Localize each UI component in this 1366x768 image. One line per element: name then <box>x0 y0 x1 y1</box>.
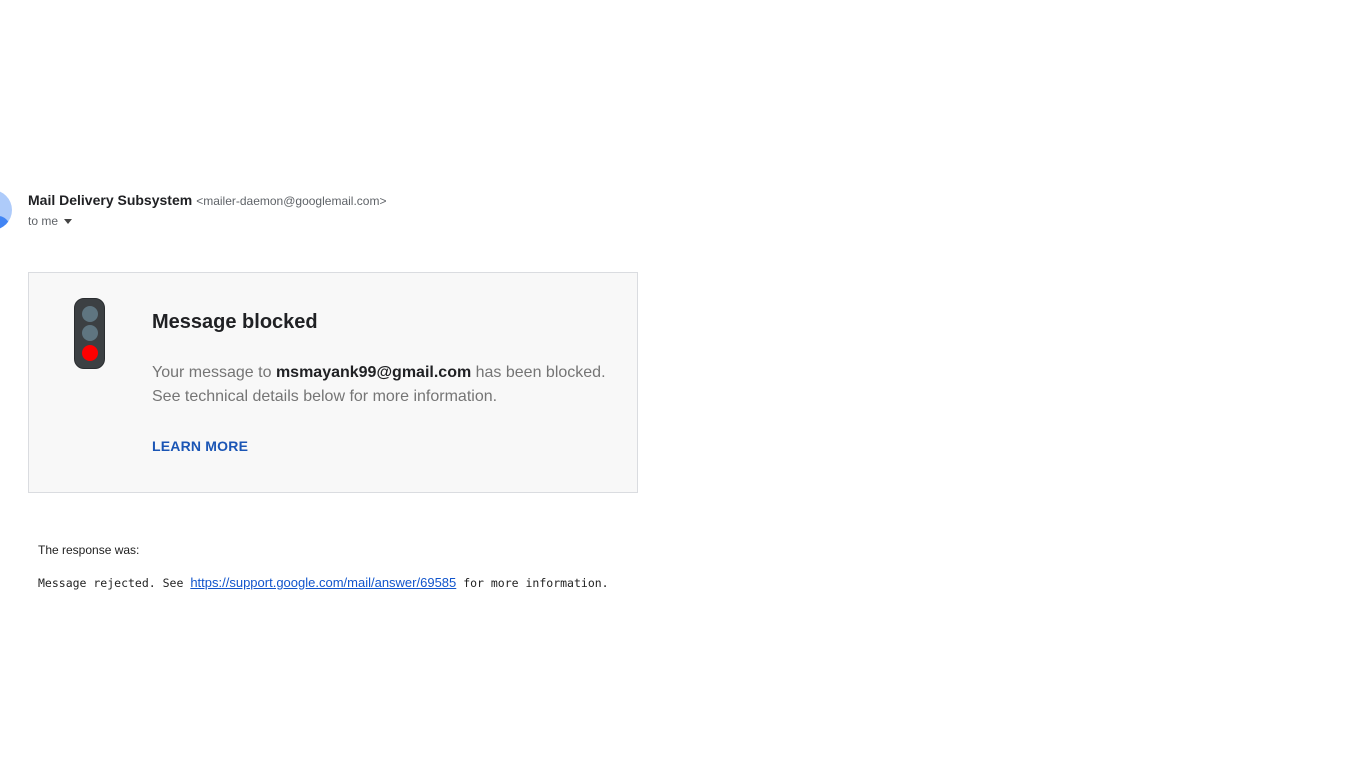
response-text: Message rejected. See https://support.go… <box>38 575 609 590</box>
support-link[interactable]: https://support.google.com/mail/answer/6… <box>190 575 456 590</box>
learn-more-link[interactable]: LEARN MORE <box>152 438 248 454</box>
message-blocked-card: Message blocked Your message to msmayank… <box>28 272 638 493</box>
response-suffix: for more information. <box>456 576 609 590</box>
traffic-light-icon <box>74 298 105 369</box>
notice-message: Your message to msmayank99@gmail.com has… <box>152 361 622 409</box>
notice-title: Message blocked <box>152 311 318 333</box>
recipient-label: to me <box>28 214 59 228</box>
response-prefix: Message rejected. See <box>38 576 191 590</box>
traffic-light-lamp-red <box>82 345 98 361</box>
sender-name[interactable]: Mail Delivery Subsystem <box>28 192 192 208</box>
sender-email: <mailer-daemon@googlemail.com> <box>196 194 387 208</box>
sender-avatar[interactable] <box>0 190 12 230</box>
caret-down-icon[interactable] <box>64 219 73 224</box>
notice-message-prefix: Your message to <box>152 364 276 381</box>
blocked-recipient-address: msmayank99@gmail.com <box>275 364 472 381</box>
person-icon <box>0 216 10 230</box>
sender-info: Mail Delivery Subsystem <mailer-daemon@g… <box>28 192 386 208</box>
traffic-light-lamp-middle <box>82 325 98 341</box>
recipient-details-toggle[interactable]: to me <box>28 214 73 228</box>
response-label: The response was: <box>38 543 140 557</box>
traffic-light-lamp-top <box>82 306 98 322</box>
